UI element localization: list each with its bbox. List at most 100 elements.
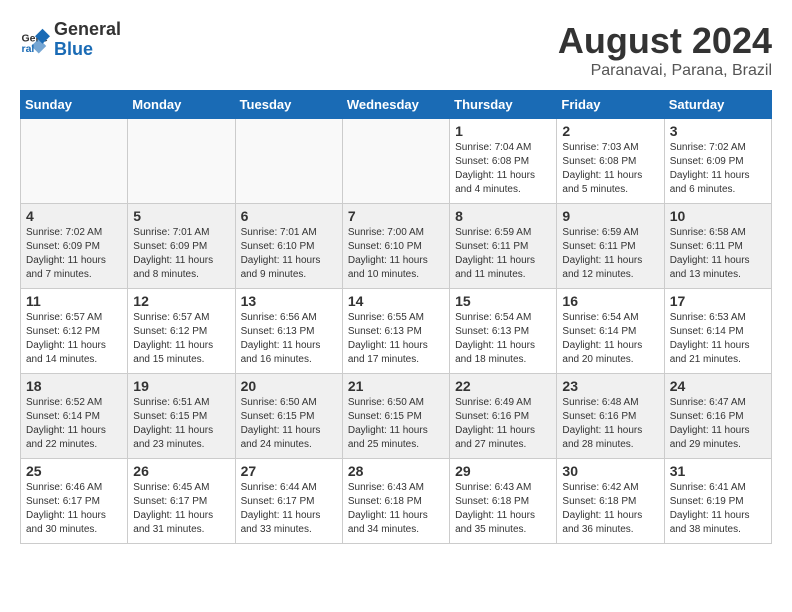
calendar-cell: 27Sunrise: 6:44 AM Sunset: 6:17 PM Dayli… [235, 459, 342, 544]
calendar-cell [128, 119, 235, 204]
calendar-cell: 17 Sunrise: 6:53 AM Sunset: 6:14 PM Dayli… [664, 289, 771, 374]
calendar-cell [235, 119, 342, 204]
day-number: 16 [562, 293, 658, 309]
day-number: 19 [133, 378, 229, 394]
calendar-cell: 5 Sunrise: 7:01 AM Sunset: 6:09 PM Daylig… [128, 204, 235, 289]
calendar-cell: 12 Sunrise: 6:57 AM Sunset: 6:12 PM Dayli… [128, 289, 235, 374]
day-header-friday: Friday [557, 91, 664, 119]
day-number: 8 [455, 208, 551, 224]
day-number: 18 [26, 378, 122, 394]
calendar-cell: 18 Sunrise: 6:52 AM Sunset: 6:14 PM Dayli… [21, 374, 128, 459]
day-number: 14 [348, 293, 444, 309]
day-header-thursday: Thursday [450, 91, 557, 119]
day-info: Sunrise: 7:03 AM Sunset: 6:08 PM Dayligh… [562, 141, 658, 197]
calendar-cell: 2 Sunrise: 7:03 AM Sunset: 6:08 PM Daylig… [557, 119, 664, 204]
calendar-cell: 8 Sunrise: 6:59 AM Sunset: 6:11 PM Daylig… [450, 204, 557, 289]
calendar-cell: 14 Sunrise: 6:55 AM Sunset: 6:13 PM Dayli… [342, 289, 449, 374]
logo-general: General [54, 19, 121, 39]
day-info: Sunrise: 6:57 AM Sunset: 6:12 PM Dayligh… [133, 311, 229, 367]
day-number: 15 [455, 293, 551, 309]
day-info: Sunrise: 6:45 AM Sunset: 6:17 PM Dayligh… [133, 481, 229, 537]
day-number: 24 [670, 378, 766, 394]
calendar-cell: 10 Sunrise: 6:58 AM Sunset: 6:11 PM Dayli… [664, 204, 771, 289]
day-header-monday: Monday [128, 91, 235, 119]
day-info: Sunrise: 6:52 AM Sunset: 6:14 PM Dayligh… [26, 396, 122, 452]
day-number: 26 [133, 463, 229, 479]
day-info: Sunrise: 6:50 AM Sunset: 6:15 PM Dayligh… [241, 396, 337, 452]
calendar-week-row: 18 Sunrise: 6:52 AM Sunset: 6:14 PM Dayli… [21, 374, 772, 459]
calendar-week-row: 11 Sunrise: 6:57 AM Sunset: 6:12 PM Dayli… [21, 289, 772, 374]
day-number: 17 [670, 293, 766, 309]
day-number: 11 [26, 293, 122, 309]
day-header-saturday: Saturday [664, 91, 771, 119]
day-info: Sunrise: 6:42 AM Sunset: 6:18 PM Dayligh… [562, 481, 658, 537]
day-info: Sunrise: 6:53 AM Sunset: 6:14 PM Dayligh… [670, 311, 766, 367]
day-info: Sunrise: 6:41 AM Sunset: 6:19 PM Dayligh… [670, 481, 766, 537]
day-number: 23 [562, 378, 658, 394]
day-info: Sunrise: 6:49 AM Sunset: 6:16 PM Dayligh… [455, 396, 551, 452]
day-number: 5 [133, 208, 229, 224]
day-number: 25 [26, 463, 122, 479]
day-info: Sunrise: 6:50 AM Sunset: 6:15 PM Dayligh… [348, 396, 444, 452]
calendar-cell: 19 Sunrise: 6:51 AM Sunset: 6:15 PM Dayli… [128, 374, 235, 459]
calendar-week-row: 25 Sunrise: 6:46 AM Sunset: 6:17 PM Dayli… [21, 459, 772, 544]
calendar-cell [21, 119, 128, 204]
page-header: Gene ral General Blue August 2024 Parana… [20, 20, 772, 80]
calendar-table: SundayMondayTuesdayWednesdayThursdayFrid… [20, 90, 772, 544]
calendar-cell: 4Sunrise: 7:02 AM Sunset: 6:09 PM Daylig… [21, 204, 128, 289]
calendar-cell: 25 Sunrise: 6:46 AM Sunset: 6:17 PM Dayli… [21, 459, 128, 544]
day-info: Sunrise: 6:56 AM Sunset: 6:13 PM Dayligh… [241, 311, 337, 367]
day-info: Sunrise: 6:47 AM Sunset: 6:16 PM Dayligh… [670, 396, 766, 452]
calendar-cell: 28Sunrise: 6:43 AM Sunset: 6:18 PM Dayli… [342, 459, 449, 544]
logo-blue: Blue [54, 40, 121, 60]
day-number: 12 [133, 293, 229, 309]
calendar-cell: 24 Sunrise: 6:47 AM Sunset: 6:16 PM Dayli… [664, 374, 771, 459]
day-number: 4 [26, 208, 122, 224]
day-info: Sunrise: 6:57 AM Sunset: 6:12 PM Dayligh… [26, 311, 122, 367]
day-number: 2 [562, 123, 658, 139]
calendar-cell: 26 Sunrise: 6:45 AM Sunset: 6:17 PM Dayli… [128, 459, 235, 544]
day-number: 29 [455, 463, 551, 479]
day-number: 30 [562, 463, 658, 479]
day-info: Sunrise: 6:55 AM Sunset: 6:13 PM Dayligh… [348, 311, 444, 367]
calendar-cell [342, 119, 449, 204]
logo-icon: Gene ral [20, 25, 50, 55]
day-header-tuesday: Tuesday [235, 91, 342, 119]
day-info: Sunrise: 7:00 AM Sunset: 6:10 PM Dayligh… [348, 226, 444, 282]
day-info: Sunrise: 7:01 AM Sunset: 6:10 PM Dayligh… [241, 226, 337, 282]
calendar-cell: 23 Sunrise: 6:48 AM Sunset: 6:16 PM Dayli… [557, 374, 664, 459]
day-info: Sunrise: 6:46 AM Sunset: 6:17 PM Dayligh… [26, 481, 122, 537]
day-info: Sunrise: 6:59 AM Sunset: 6:11 PM Dayligh… [455, 226, 551, 282]
day-info: Sunrise: 6:43 AM Sunset: 6:18 PM Dayligh… [455, 481, 551, 537]
calendar-cell: 30 Sunrise: 6:42 AM Sunset: 6:18 PM Dayli… [557, 459, 664, 544]
day-info: Sunrise: 6:58 AM Sunset: 6:11 PM Dayligh… [670, 226, 766, 282]
day-info: Sunrise: 7:04 AM Sunset: 6:08 PM Dayligh… [455, 141, 551, 197]
day-number: 22 [455, 378, 551, 394]
day-header-wednesday: Wednesday [342, 91, 449, 119]
day-number: 10 [670, 208, 766, 224]
day-number: 21 [348, 378, 444, 394]
calendar-cell: 9 Sunrise: 6:59 AM Sunset: 6:11 PM Daylig… [557, 204, 664, 289]
day-info: Sunrise: 6:48 AM Sunset: 6:16 PM Dayligh… [562, 396, 658, 452]
day-info: Sunrise: 6:51 AM Sunset: 6:15 PM Dayligh… [133, 396, 229, 452]
day-number: 27 [241, 463, 337, 479]
day-header-sunday: Sunday [21, 91, 128, 119]
calendar-week-row: 1 Sunrise: 7:04 AM Sunset: 6:08 PM Daylig… [21, 119, 772, 204]
day-number: 1 [455, 123, 551, 139]
day-number: 31 [670, 463, 766, 479]
calendar-cell: 11 Sunrise: 6:57 AM Sunset: 6:12 PM Dayli… [21, 289, 128, 374]
calendar-cell: 29 Sunrise: 6:43 AM Sunset: 6:18 PM Dayli… [450, 459, 557, 544]
calendar-cell: 22 Sunrise: 6:49 AM Sunset: 6:16 PM Dayli… [450, 374, 557, 459]
day-number: 13 [241, 293, 337, 309]
day-info: Sunrise: 6:54 AM Sunset: 6:14 PM Dayligh… [562, 311, 658, 367]
day-info: Sunrise: 6:43 AM Sunset: 6:18 PM Dayligh… [348, 481, 444, 537]
day-info: Sunrise: 7:01 AM Sunset: 6:09 PM Dayligh… [133, 226, 229, 282]
day-number: 3 [670, 123, 766, 139]
calendar-cell: 20 Sunrise: 6:50 AM Sunset: 6:15 PM Dayli… [235, 374, 342, 459]
calendar-cell: 16 Sunrise: 6:54 AM Sunset: 6:14 PM Dayli… [557, 289, 664, 374]
day-info: Sunrise: 6:54 AM Sunset: 6:13 PM Dayligh… [455, 311, 551, 367]
day-number: 9 [562, 208, 658, 224]
day-info: Sunrise: 6:59 AM Sunset: 6:11 PM Dayligh… [562, 226, 658, 282]
day-number: 7 [348, 208, 444, 224]
day-number: 20 [241, 378, 337, 394]
